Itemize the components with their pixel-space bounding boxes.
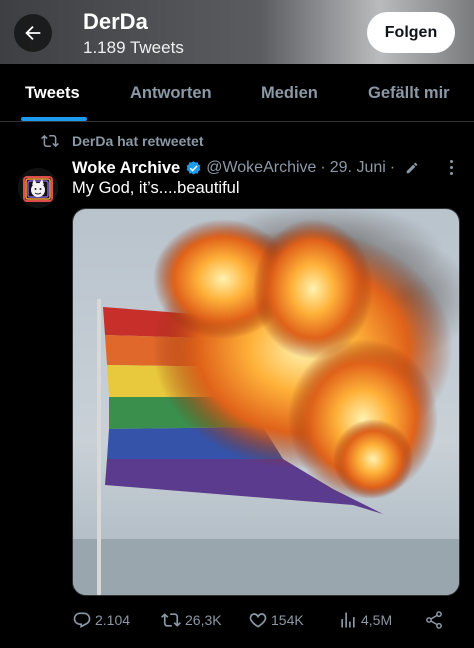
tweet-actions: 2.104 26,3K 154K 4,5M xyxy=(72,608,460,632)
author-handle[interactable]: @WokeArchive xyxy=(206,159,316,177)
avatar[interactable] xyxy=(18,168,58,208)
follow-button[interactable]: Folgen xyxy=(367,12,455,53)
share-button[interactable] xyxy=(424,608,447,632)
like-count: 154K xyxy=(271,612,304,628)
more-dot-icon xyxy=(449,171,453,175)
separator-dot-2: · xyxy=(389,159,396,176)
more-dot-icon xyxy=(449,165,453,169)
retweet-button[interactable]: 26,3K xyxy=(160,608,222,632)
like-button[interactable]: 154K xyxy=(248,608,304,632)
back-button[interactable] xyxy=(14,14,52,52)
tab-medien[interactable]: Medien xyxy=(261,84,318,103)
more-options-button[interactable] xyxy=(442,156,460,178)
reply-count: 2.104 xyxy=(95,612,131,628)
share-icon xyxy=(426,611,442,629)
tweet-header: Woke Archive @WokeArchive · 29. Juni · xyxy=(72,157,419,179)
retweet-text[interactable]: DerDa hat retweetet xyxy=(72,133,204,149)
reply-button[interactable]: 2.104 xyxy=(72,608,130,632)
profile-tabs: Tweets Antworten Medien Gefällt mir xyxy=(0,64,474,122)
retweet-indicator: DerDa hat retweetet xyxy=(40,131,204,151)
heart-icon xyxy=(249,613,267,628)
tab-gefaellt-mir[interactable]: Gefällt mir xyxy=(368,84,450,103)
verified-badge-icon xyxy=(185,160,202,177)
tweet-media-image[interactable] xyxy=(72,208,460,596)
avatar-image xyxy=(18,168,58,208)
tab-tweets[interactable]: Tweets xyxy=(25,84,80,103)
author-name[interactable]: Woke Archive xyxy=(72,159,180,178)
photo-illustration xyxy=(73,209,459,595)
profile-header: DerDa 1.189 Tweets Folgen xyxy=(0,0,474,64)
views-button[interactable]: 4,5M xyxy=(338,608,392,632)
active-tab-indicator xyxy=(21,117,87,121)
retweet-count: 26,3K xyxy=(185,612,222,628)
view-count: 4,5M xyxy=(361,612,393,628)
retweet-icon xyxy=(41,134,59,148)
arrow-left-icon xyxy=(25,25,41,41)
reply-icon xyxy=(73,612,91,628)
tab-antworten[interactable]: Antworten xyxy=(130,84,212,103)
analytics-icon xyxy=(341,612,355,628)
separator-dot: · xyxy=(320,159,326,176)
edited-pen-icon xyxy=(405,161,419,175)
retweet-action-icon xyxy=(161,613,181,627)
tweet-count: 1.189 Tweets xyxy=(83,38,184,57)
tweet-date[interactable]: 29. Juni xyxy=(330,159,386,177)
more-dot-icon xyxy=(449,159,453,163)
tweet-text: My God, it’s....beautiful xyxy=(72,179,240,197)
profile-name: DerDa xyxy=(83,9,148,34)
